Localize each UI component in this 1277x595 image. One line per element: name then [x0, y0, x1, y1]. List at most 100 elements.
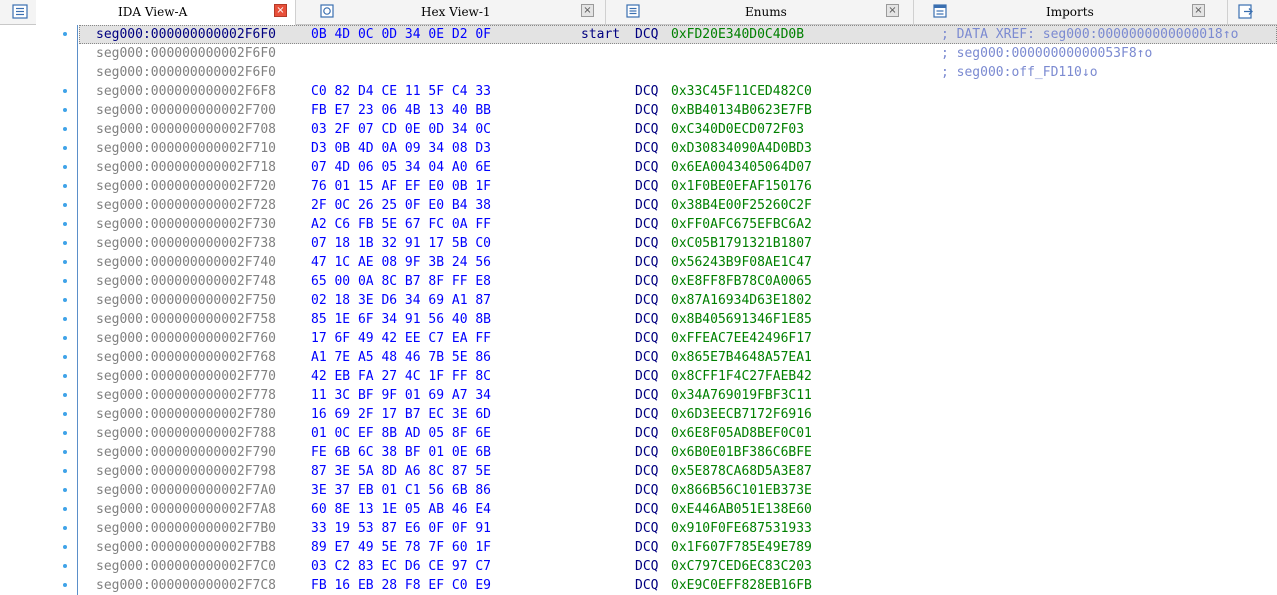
listing-row[interactable]: seg000:000000000002F7C0 03 C2 83 EC D6 CE…: [79, 557, 1277, 576]
operand-value[interactable]: 0x1F607F785E49E789: [671, 538, 812, 557]
operand-value[interactable]: 0x866B56C101EB373E: [671, 481, 812, 500]
listing-row[interactable]: seg000:000000000002F778 11 3C BF 9F 01 69…: [79, 386, 1277, 405]
xref-comment[interactable]: ; DATA XREF: seg000:0000000000000018↑o: [941, 25, 1238, 44]
listing-row[interactable]: seg000:000000000002F780 16 69 2F 17 B7 EC…: [79, 405, 1277, 424]
breakpoint-dot-icon[interactable]: [63, 32, 67, 36]
operand-value[interactable]: 0xD30834090A4D0BD3: [671, 139, 812, 158]
operand-value[interactable]: 0xFFEAC7EE42496F17: [671, 329, 812, 348]
listing-row[interactable]: seg000:000000000002F748 65 00 0A 8C B7 8F…: [79, 272, 1277, 291]
operand-value[interactable]: 0xBB40134B0623E7FB: [671, 101, 812, 120]
close-icon[interactable]: ×: [886, 4, 899, 17]
operand-value[interactable]: 0x910F0FE687531933: [671, 519, 812, 538]
listing-row[interactable]: seg000:000000000002F7B0 33 19 53 87 E6 0F…: [79, 519, 1277, 538]
breakpoint-dot-icon[interactable]: [63, 184, 67, 188]
breakpoint-dot-icon[interactable]: [63, 355, 67, 359]
breakpoint-dot-icon[interactable]: [63, 507, 67, 511]
operand-value[interactable]: 0x6B0E01BF386C6BFE: [671, 443, 812, 462]
operand-value[interactable]: 0x6D3EECB7172F6916: [671, 405, 812, 424]
close-icon[interactable]: ×: [581, 4, 594, 17]
operand-value[interactable]: 0x38B4E00F25260C2F: [671, 196, 812, 215]
listing-row[interactable]: seg000:000000000002F790 FE 6B 6C 38 BF 01…: [79, 443, 1277, 462]
operand-value[interactable]: 0x34A769019FBF3C11: [671, 386, 812, 405]
listing-row[interactable]: seg000:000000000002F728 2F 0C 26 25 0F E0…: [79, 196, 1277, 215]
operand-value[interactable]: 0xE8FF8FB78C0A0065: [671, 272, 812, 291]
exports-tab-icon[interactable]: [1238, 4, 1254, 19]
close-icon[interactable]: ×: [274, 4, 287, 17]
tab-enums[interactable]: Enums ×: [614, 0, 914, 24]
operand-value[interactable]: 0xC797CED6EC83C203: [671, 557, 812, 576]
breakpoint-dot-icon[interactable]: [63, 146, 67, 150]
listing-row[interactable]: seg000:000000000002F7B8 89 E7 49 5E 78 7F…: [79, 538, 1277, 557]
listing-row[interactable]: seg000:000000000002F770 42 EB FA 27 4C 1F…: [79, 367, 1277, 386]
listing-row[interactable]: seg000:000000000002F6F0 ; seg000:off_FD11…: [79, 63, 1277, 82]
operand-value[interactable]: 0x87A16934D63E1802: [671, 291, 812, 310]
breakpoint-dot-icon[interactable]: [63, 545, 67, 549]
breakpoint-dot-icon[interactable]: [63, 298, 67, 302]
breakpoint-dot-icon[interactable]: [63, 564, 67, 568]
listing-row[interactable]: seg000:000000000002F6F0 ; seg000:00000000…: [79, 44, 1277, 63]
breakpoint-dot-icon[interactable]: [63, 336, 67, 340]
breakpoint-dot-icon[interactable]: [63, 488, 67, 492]
breakpoint-dot-icon[interactable]: [63, 393, 67, 397]
breakpoint-dot-icon[interactable]: [63, 526, 67, 530]
operand-value[interactable]: 0xC340D0ECD072F03: [671, 120, 804, 139]
listing-row[interactable]: seg000:000000000002F718 07 4D 06 05 34 04…: [79, 158, 1277, 177]
operand-value[interactable]: 0x6E8F05AD8BEF0C01: [671, 424, 812, 443]
operand-value[interactable]: 0x1F0BE0EFAF150176: [671, 177, 812, 196]
breakpoint-dot-icon[interactable]: [63, 241, 67, 245]
breakpoint-dot-icon[interactable]: [63, 583, 67, 587]
operand-value[interactable]: 0xE9C0EFF828EB16FB: [671, 576, 812, 595]
listing-row[interactable]: seg000:000000000002F720 76 01 15 AF EF E0…: [79, 177, 1277, 196]
listing-row[interactable]: seg000:000000000002F7A0 3E 37 EB 01 C1 56…: [79, 481, 1277, 500]
listing-row[interactable]: seg000:000000000002F708 03 2F 07 CD 0E 0D…: [79, 120, 1277, 139]
listing-row[interactable]: seg000:000000000002F758 85 1E 6F 34 91 56…: [79, 310, 1277, 329]
xref-comment[interactable]: ; seg000:00000000000053F8↑o: [941, 44, 1152, 63]
operand-value[interactable]: 0x865E7B4648A57EA1: [671, 348, 812, 367]
tab-imports[interactable]: Imports ×: [920, 0, 1228, 24]
listing-row[interactable]: seg000:000000000002F7A8 60 8E 13 1E 05 AB…: [79, 500, 1277, 519]
operand-value[interactable]: 0x5E878CA68D5A3E87: [671, 462, 812, 481]
panel-list-icon[interactable]: [12, 4, 28, 19]
breakpoint-dot-icon[interactable]: [63, 317, 67, 321]
operand-value[interactable]: 0x56243B9F08AE1C47: [671, 253, 812, 272]
listing-row-current[interactable]: seg000:000000000002F6F0 0B 4D 0C 0D 34 0E…: [79, 25, 1277, 44]
breakpoint-dot-icon[interactable]: [63, 222, 67, 226]
breakpoint-dot-icon[interactable]: [63, 260, 67, 264]
tab-ida-view-a[interactable]: IDA View-A ×: [36, 0, 296, 25]
listing-row[interactable]: seg000:000000000002F768 A1 7E A5 48 46 7B…: [79, 348, 1277, 367]
operand-value[interactable]: 0x8B405691346F1E85: [671, 310, 812, 329]
operand-value[interactable]: 0x33C45F11CED482C0: [671, 82, 812, 101]
operand-value[interactable]: 0x6EA0043405064D07: [671, 158, 812, 177]
operand-value[interactable]: 0x8CFF1F4C27FAEB42: [671, 367, 812, 386]
breakpoint-dot-icon[interactable]: [63, 165, 67, 169]
breakpoint-dot-icon[interactable]: [63, 450, 67, 454]
disassembly-listing[interactable]: seg000:000000000002F6F0 0B 4D 0C 0D 34 0E…: [0, 25, 1277, 595]
operand-value[interactable]: 0xC05B1791321B1807: [671, 234, 812, 253]
operand-value[interactable]: 0xE446AB051E138E60: [671, 500, 812, 519]
breakpoint-dot-icon[interactable]: [63, 127, 67, 131]
breakpoint-dot-icon[interactable]: [63, 108, 67, 112]
breakpoint-dot-icon[interactable]: [63, 469, 67, 473]
breakpoint-dot-icon[interactable]: [63, 412, 67, 416]
breakpoint-dot-icon[interactable]: [63, 89, 67, 93]
listing-row[interactable]: seg000:000000000002F738 07 18 1B 32 91 17…: [79, 234, 1277, 253]
listing-row[interactable]: seg000:000000000002F740 47 1C AE 08 9F 3B…: [79, 253, 1277, 272]
listing-row[interactable]: seg000:000000000002F788 01 0C EF 8B AD 05…: [79, 424, 1277, 443]
breakpoint-dot-icon[interactable]: [63, 431, 67, 435]
xref-comment[interactable]: ; seg000:off_FD110↓o: [941, 63, 1098, 82]
listing-row[interactable]: seg000:000000000002F6F8 C0 82 D4 CE 11 5F…: [79, 82, 1277, 101]
operand-value[interactable]: 0xFD20E340D0C4D0B: [671, 25, 804, 44]
breakpoint-dot-icon[interactable]: [63, 279, 67, 283]
breakpoint-dot-icon[interactable]: [63, 203, 67, 207]
listing-row[interactable]: seg000:000000000002F798 87 3E 5A 8D A6 8C…: [79, 462, 1277, 481]
label-name[interactable]: start: [581, 25, 620, 44]
listing-row[interactable]: seg000:000000000002F750 02 18 3E D6 34 69…: [79, 291, 1277, 310]
listing-row[interactable]: seg000:000000000002F7C8 FB 16 EB 28 F8 EF…: [79, 576, 1277, 595]
operand-value[interactable]: 0xFF0AFC675EFBC6A2: [671, 215, 812, 234]
listing-row[interactable]: seg000:000000000002F730 A2 C6 FB 5E 67 FC…: [79, 215, 1277, 234]
listing-row[interactable]: seg000:000000000002F710 D3 0B 4D 0A 09 34…: [79, 139, 1277, 158]
breakpoint-dot-icon[interactable]: [63, 374, 67, 378]
listing-row[interactable]: seg000:000000000002F760 17 6F 49 42 EE C7…: [79, 329, 1277, 348]
listing-row[interactable]: seg000:000000000002F700 FB E7 23 06 4B 13…: [79, 101, 1277, 120]
tab-hex-view-1[interactable]: Hex View-1 ×: [306, 0, 606, 24]
